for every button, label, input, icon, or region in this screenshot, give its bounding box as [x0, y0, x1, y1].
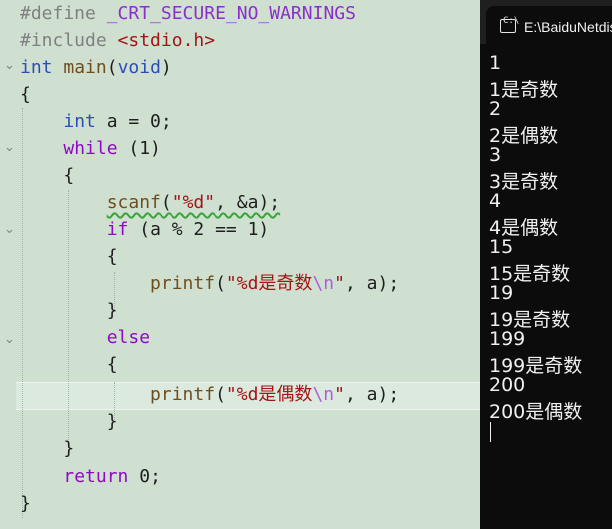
brace: { [20, 84, 31, 105]
brace: } [106, 300, 118, 321]
function-name: printf [150, 273, 216, 294]
fold-chevron-icon[interactable]: ⌄ [4, 140, 15, 155]
code-line-14[interactable]: { [20, 351, 118, 378]
code-text: , a); [344, 273, 400, 294]
console-tab[interactable]: C:\ E:\BaiduNetdiskDownload [486, 6, 612, 44]
console-output-line: 200是偶数 [489, 401, 583, 423]
code-line-7[interactable]: { [20, 162, 74, 189]
control-keyword: while [63, 138, 118, 159]
code-text: (a % 2 == 1) [128, 219, 270, 240]
code-text: ( [215, 384, 226, 405]
console-output-line: 2 [489, 98, 502, 120]
console-window[interactable]: C:\ E:\BaiduNetdiskDownload 1 1是奇数 2 2是偶… [480, 0, 612, 529]
preprocessor-directive: #define [20, 3, 107, 24]
string-literal: " [334, 384, 345, 405]
escape-sequence: \n [312, 384, 335, 405]
console-titlebar[interactable]: C:\ E:\BaiduNetdiskDownload [480, 0, 612, 44]
brace: { [106, 246, 118, 267]
function-name: scanf [106, 192, 161, 213]
console-output-line: 199 [489, 328, 526, 350]
code-line-19[interactable]: } [20, 490, 31, 517]
code-editor[interactable]: ⌄ ⌄ ⌄ ⌄ #define _CRT_SECURE_NO_WARNINGS … [0, 0, 480, 529]
string-literal: "%d是奇数 [225, 273, 313, 294]
console-output-line: 4 [489, 190, 502, 212]
fold-chevron-icon[interactable]: ⌄ [4, 222, 15, 237]
brace: } [63, 438, 75, 459]
code-line-12[interactable]: } [20, 297, 118, 324]
macro-name: _CRT_SECURE_NO_WARNINGS [106, 3, 356, 24]
keyword: int [63, 111, 96, 132]
code-line-8[interactable]: scanf("%d", &a); [20, 189, 280, 216]
string-literal: " [334, 273, 345, 294]
code-text: ( [160, 192, 172, 213]
function-name: main [63, 57, 107, 78]
code-text: (1) [117, 138, 161, 159]
brace: } [20, 493, 31, 514]
code-text: ( [106, 57, 118, 78]
console-output-line: 15 [489, 236, 514, 258]
escape-sequence: \n [312, 273, 335, 294]
string-literal: "%d是偶数 [225, 384, 313, 405]
keyword: void [117, 57, 161, 78]
console-output-line: 3 [489, 144, 502, 166]
code-text: 0; [128, 466, 161, 487]
brace: { [106, 354, 118, 375]
code-text: , &a); [215, 192, 281, 213]
code-line-6[interactable]: while (1) [20, 135, 161, 162]
code-line-3[interactable]: int main(void) [20, 54, 172, 81]
control-keyword: return [63, 466, 129, 487]
preprocessor-directive: #include [20, 30, 118, 51]
console-cursor [490, 422, 491, 442]
string-literal: "%d" [171, 192, 216, 213]
code-text: a = 0; [95, 111, 172, 132]
code-text: ( [215, 273, 226, 294]
code-text: , a); [344, 384, 400, 405]
brace: { [63, 165, 75, 186]
code-line-4[interactable]: { [20, 81, 31, 108]
code-line-16[interactable]: } [20, 408, 118, 435]
code-line-18[interactable]: return 0; [20, 463, 161, 490]
control-keyword: else [106, 327, 151, 348]
include-path: <stdio.h> [117, 30, 216, 51]
code-line-2[interactable]: #include <stdio.h> [20, 27, 215, 54]
fold-chevron-icon[interactable]: ⌄ [4, 58, 15, 73]
console-output-line: 19 [489, 282, 514, 304]
code-line-10[interactable]: { [20, 243, 118, 270]
code-line-11[interactable]: printf("%d是奇数\n", a); [20, 270, 399, 297]
code-line-17[interactable]: } [20, 435, 74, 462]
console-output-line: 1 [489, 52, 502, 74]
code-line-9[interactable]: if (a % 2 == 1) [20, 216, 270, 243]
keyword: int [20, 57, 53, 78]
code-line-13[interactable]: else [20, 324, 150, 351]
function-name: printf [150, 384, 216, 405]
console-title: E:\BaiduNetdiskDownload [524, 19, 612, 35]
fold-chevron-icon[interactable]: ⌄ [4, 332, 15, 347]
terminal-icon: C:\ [500, 16, 519, 33]
code-text: ) [160, 57, 172, 78]
brace: } [106, 411, 118, 432]
warning-squiggle[interactable]: scanf("%d", &a); [107, 192, 280, 213]
control-keyword: if [106, 219, 129, 240]
code-line-15[interactable]: printf("%d是偶数\n", a); [20, 381, 399, 408]
code-line-5[interactable]: int a = 0; [20, 108, 172, 135]
console-output-line: 200 [489, 374, 526, 396]
code-line-1[interactable]: #define _CRT_SECURE_NO_WARNINGS [20, 0, 356, 27]
